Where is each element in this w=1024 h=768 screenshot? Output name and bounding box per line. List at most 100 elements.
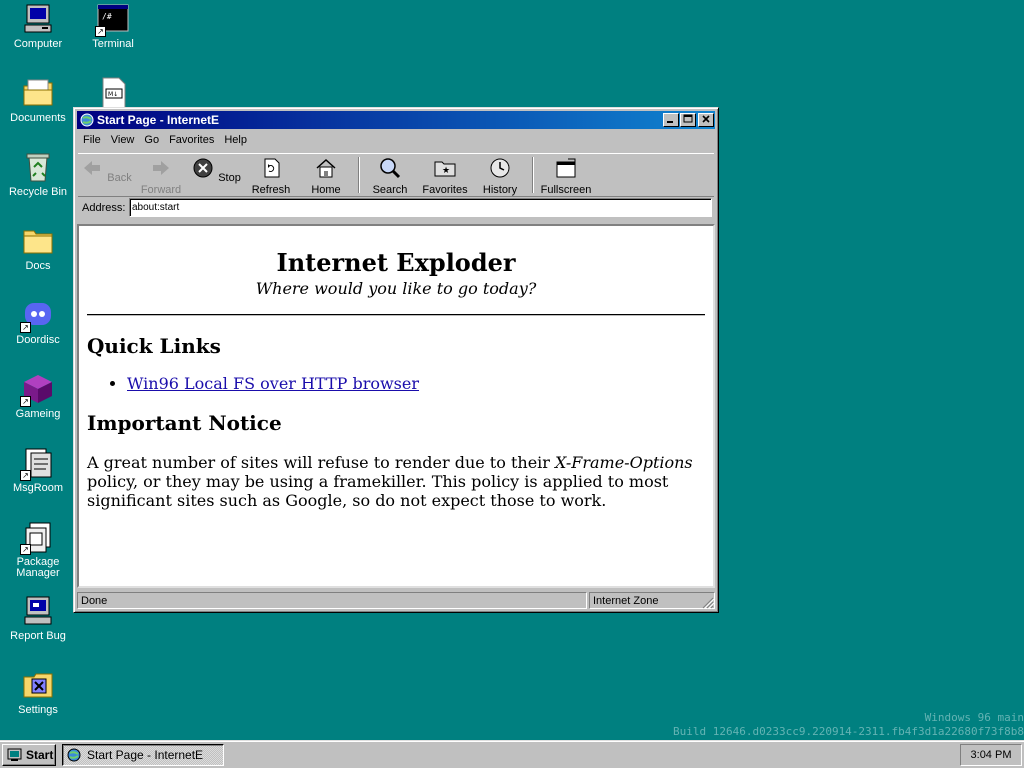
desktop-icon-label: Terminal [92, 38, 134, 50]
desktop-icon-documents[interactable]: Documents [0, 77, 76, 124]
fullscreen-button[interactable]: Fullscreen [536, 157, 596, 196]
shortcut-arrow-icon: ↗ [95, 26, 106, 37]
desktop-icon-label: Report Bug [10, 630, 66, 642]
search-icon [380, 158, 401, 179]
back-arrow-icon [84, 161, 101, 175]
forward-button[interactable]: Forward [133, 157, 189, 196]
favorites-button[interactable]: ★ Favorites [417, 157, 473, 196]
doordisc-icon: ↗ [20, 299, 54, 333]
menu-help[interactable]: Help [219, 132, 252, 146]
stop-icon [193, 158, 213, 178]
notice-text-emphasis: X-Frame-Options [555, 453, 693, 472]
desktop-icon-label: Docs [25, 260, 51, 272]
refresh-label: Refresh [251, 184, 291, 196]
quick-links-list: Win96 Local FS over HTTP browser [79, 374, 713, 393]
folder-documents-icon [22, 77, 54, 109]
minimize-icon [667, 121, 673, 123]
minimize-button[interactable] [663, 113, 679, 127]
fullscreen-icon [556, 158, 576, 178]
desktop-icon-docs[interactable]: Docs [0, 225, 76, 272]
browser-window: Start Page - InternetE File View Go Favorit… [73, 107, 719, 613]
history-label: History [482, 184, 518, 196]
desktop-icon-label: Documents [10, 112, 66, 124]
system-clock[interactable]: 3:04 PM [960, 744, 1022, 766]
computer-icon [22, 3, 54, 35]
address-label: Address: [82, 202, 126, 214]
desktop-icon-report-bug[interactable]: Report Bug [0, 595, 76, 642]
forward-arrow-icon [153, 161, 169, 175]
taskbar-item-browser[interactable]: Start Page - InternetE [62, 744, 224, 766]
desktop-icon-terminal[interactable]: /# ↗ Terminal [75, 3, 151, 50]
folder-icon [22, 225, 54, 257]
desktop-icon-doordisc[interactable]: ↗ Doordisc [0, 299, 76, 346]
stop-button[interactable]: Stop [188, 157, 244, 184]
recycle-bin-icon [22, 151, 54, 183]
menu-file[interactable]: File [78, 132, 106, 146]
settings-icon [22, 669, 54, 701]
build-watermark: Windows 96 main Build 12646.d0233cc9.220… [673, 711, 1024, 739]
refresh-button[interactable]: Refresh [243, 157, 299, 196]
terminal-icon: /# ↗ [95, 3, 129, 37]
toolbar-separator [532, 157, 534, 193]
back-button[interactable]: Back [78, 157, 134, 184]
page-heading: Internet Exploder [276, 248, 516, 277]
search-button[interactable]: Search [362, 157, 418, 196]
status-text: Done [77, 592, 587, 609]
desktop-icon-settings[interactable]: Settings [0, 669, 76, 716]
favorites-folder-icon: ★ [434, 161, 456, 177]
markdown-file-icon: M↓ [97, 77, 129, 109]
quick-link-local-fs[interactable]: Win96 Local FS over HTTP browser [127, 374, 419, 393]
shortcut-arrow-icon: ↗ [20, 322, 31, 333]
home-button[interactable]: Home [298, 157, 354, 196]
svg-text:★: ★ [442, 166, 450, 176]
watermark-line-2: Build 12646.d0233cc9.220914-2311.fb4f3d1… [673, 725, 1024, 738]
shortcut-arrow-icon: ↗ [20, 396, 31, 407]
taskbar-item-label: Start Page - InternetE [87, 748, 204, 762]
watermark-line-1: Windows 96 main [924, 711, 1024, 724]
start-button[interactable]: Start [2, 744, 56, 766]
notice-text-pre: A great number of sites will refuse to r… [87, 453, 556, 472]
svg-text:/#: /# [102, 12, 112, 21]
desktop-icon-label: Package Manager [16, 556, 60, 579]
cube-game-icon: ↗ [20, 373, 54, 407]
fullscreen-label: Fullscreen [540, 184, 592, 196]
report-bug-computer-icon [22, 595, 54, 627]
refresh-icon [264, 158, 280, 178]
desktop-icon-msgroom[interactable]: ↗ MsgRoom [0, 447, 76, 494]
desktop-icon-recycle-bin[interactable]: Recycle Bin [0, 151, 76, 198]
globe-icon [67, 748, 81, 762]
menu-bar: File View Go Favorites Help [78, 132, 714, 150]
forward-label: Forward [140, 184, 182, 196]
close-button[interactable] [698, 113, 714, 127]
back-label: Back [107, 172, 132, 184]
status-bar: Done Internet Zone [77, 592, 715, 610]
desktop-icon-computer[interactable]: Computer [0, 3, 76, 50]
page-viewport: Internet Exploder Where would you like t… [77, 224, 715, 588]
msgroom-icon: ↗ [20, 447, 54, 481]
address-bar: Address: about:start [78, 197, 714, 219]
menu-favorites[interactable]: Favorites [164, 132, 219, 146]
desktop-icon-package-manager[interactable]: ↗ Package Manager [0, 521, 76, 579]
start-label: Start [26, 748, 54, 762]
title-bar[interactable]: Start Page - InternetE [77, 111, 715, 129]
desktop-icon-label: MsgRoom [12, 482, 64, 494]
notice-text-post: policy, or they may be using a framekill… [87, 472, 669, 510]
page-tagline: Where would you like to go today? [255, 279, 537, 298]
desktop-icon-gameing[interactable]: ↗ Gameing [0, 373, 76, 420]
history-button[interactable]: History [472, 157, 528, 196]
quick-links-heading: Quick Links [87, 334, 221, 358]
toolbar-separator [358, 157, 360, 193]
resize-grip-icon[interactable] [702, 597, 714, 609]
close-icon [702, 115, 710, 123]
address-input[interactable]: about:start [129, 198, 712, 217]
globe-icon [80, 113, 94, 127]
menu-view[interactable]: View [106, 132, 140, 146]
maximize-button[interactable] [680, 113, 696, 127]
list-item: Win96 Local FS over HTTP browser [127, 374, 713, 393]
menu-go[interactable]: Go [139, 132, 164, 146]
history-icon [490, 158, 510, 178]
stop-label: Stop [218, 172, 241, 184]
shortcut-arrow-icon: ↗ [20, 544, 31, 555]
desktop-icon-label: Recycle Bin [8, 186, 68, 198]
home-icon [316, 158, 336, 178]
